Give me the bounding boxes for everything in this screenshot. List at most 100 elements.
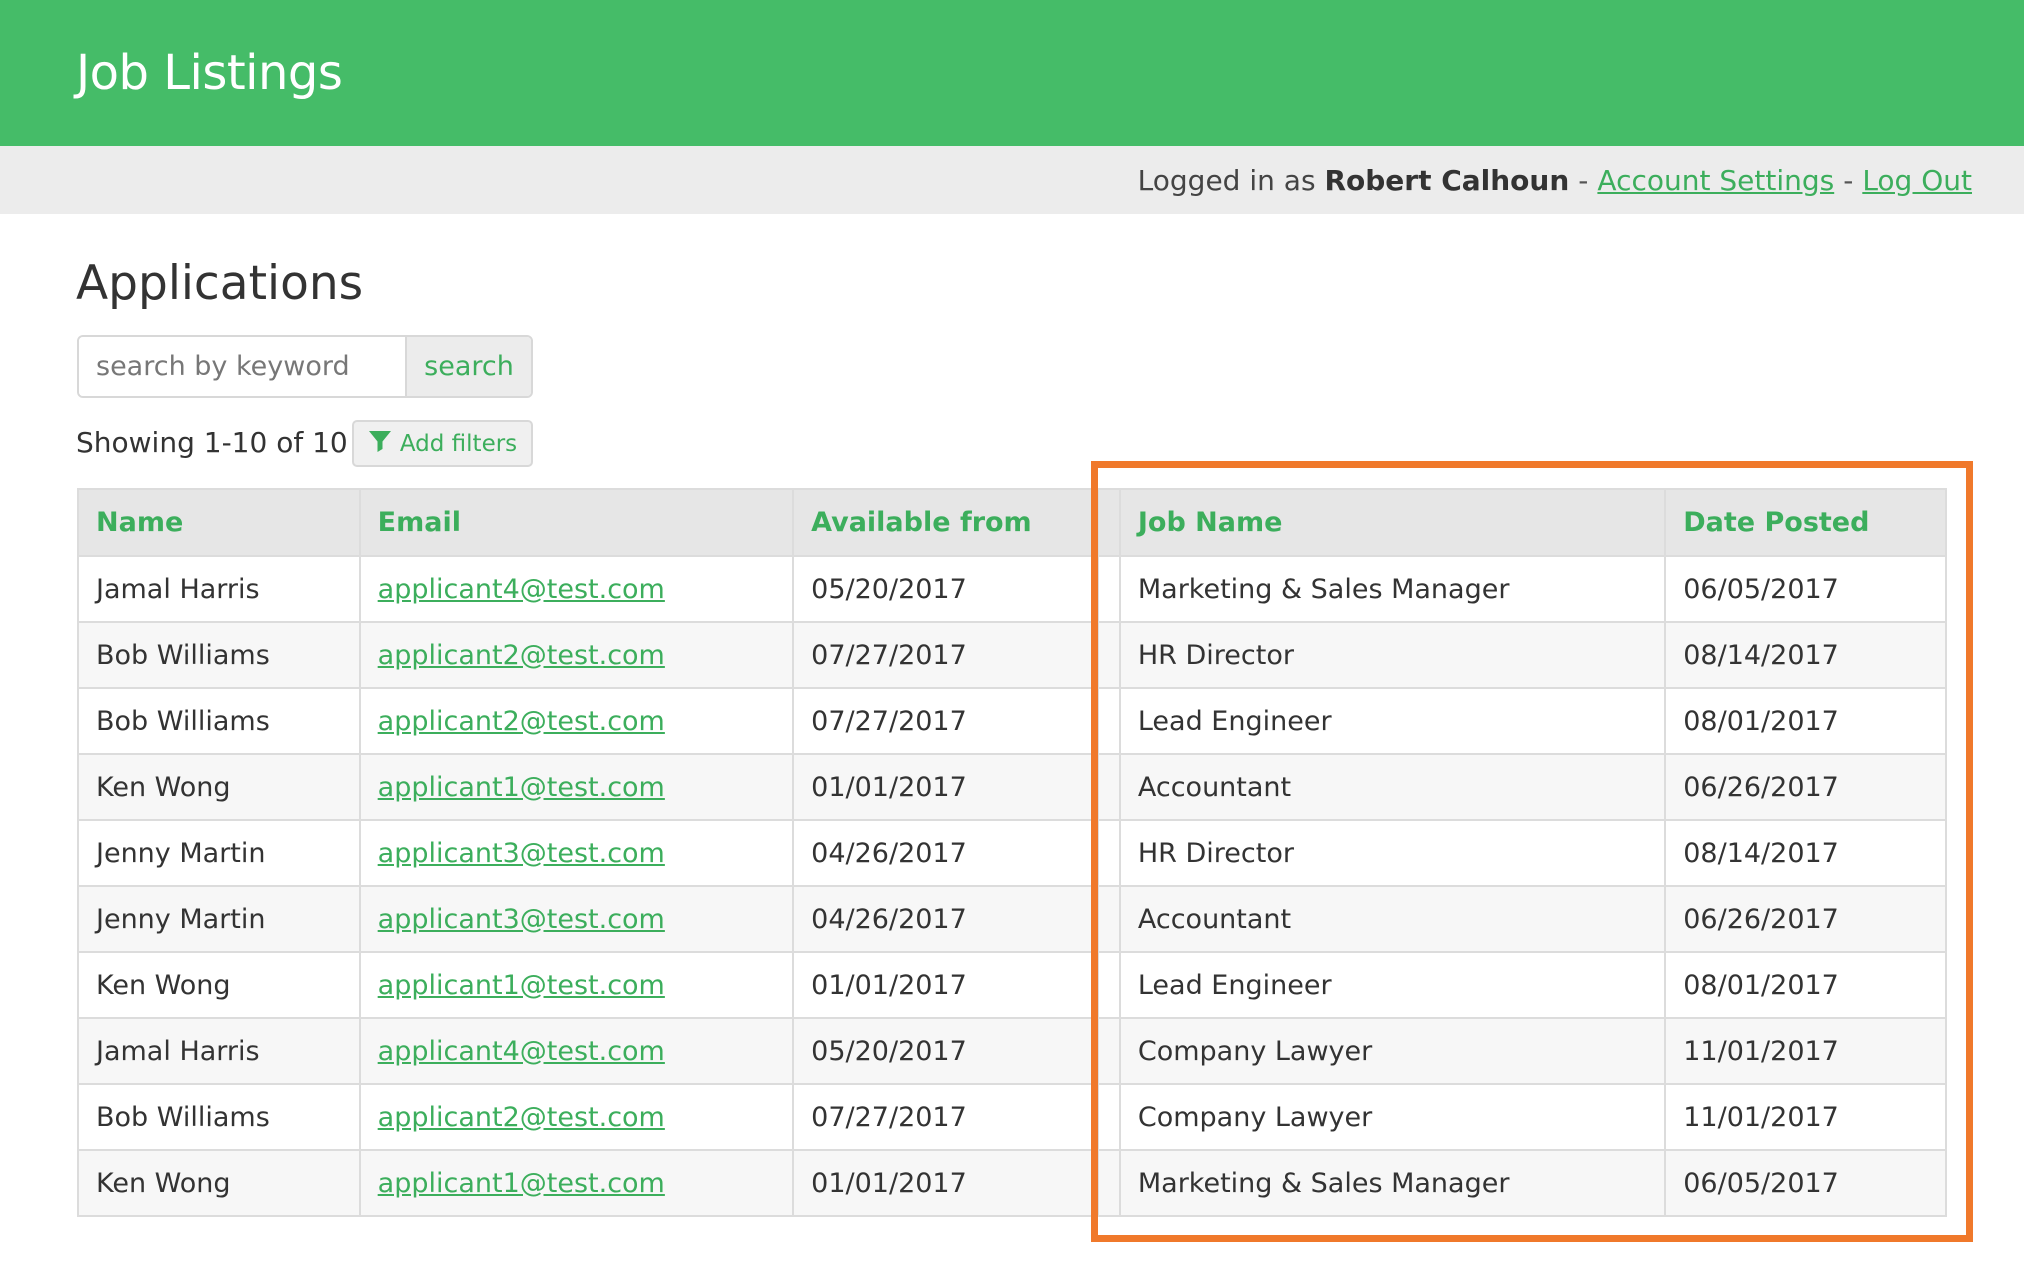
cell-job-name: Company Lawyer (1118, 1083, 1667, 1151)
cell-job-name: Marketing & Sales Manager (1118, 1149, 1667, 1217)
app-title: Job Listings (76, 45, 343, 101)
email-link[interactable]: applicant1@test.com (378, 1168, 665, 1199)
separator: - (1578, 163, 1589, 197)
column-header-email[interactable]: Email (358, 488, 795, 557)
email-link[interactable]: applicant1@test.com (378, 772, 665, 803)
cell-name: Jamal Harris (77, 555, 361, 623)
table-row: Jenny Martin applicant3@test.com 04/26/2… (77, 819, 1947, 887)
cell-available-from: 01/01/2017 (792, 1149, 1099, 1217)
table-row: Ken Wong applicant1@test.com 01/01/2017 … (77, 753, 1947, 821)
cell-spacer (1096, 621, 1121, 689)
search-button[interactable]: search (405, 337, 531, 396)
cell-name: Ken Wong (77, 951, 361, 1019)
cell-name: Ken Wong (77, 1149, 361, 1217)
table-row: Jenny Martin applicant3@test.com 04/26/2… (77, 885, 1947, 953)
email-link[interactable]: applicant2@test.com (378, 706, 665, 737)
cell-spacer (1096, 555, 1121, 623)
cell-spacer (1096, 819, 1121, 887)
table-header-row: Name Email Available from Job Name Date … (77, 488, 1947, 557)
cell-date-posted: 08/14/2017 (1664, 819, 1947, 887)
section-title: Applications (76, 256, 364, 311)
cell-spacer (1096, 687, 1121, 755)
filter-icon (368, 429, 392, 459)
cell-available-from: 01/01/2017 (792, 951, 1099, 1019)
cell-spacer (1096, 951, 1121, 1019)
email-link[interactable]: applicant4@test.com (378, 1036, 665, 1067)
search-input[interactable] (79, 337, 405, 396)
cell-email: applicant1@test.com (358, 951, 795, 1019)
user-bar: Logged in as Robert Calhoun - Account Sett… (0, 146, 2024, 214)
cell-job-name: Lead Engineer (1118, 687, 1667, 755)
table-row: Jamal Harris applicant4@test.com 05/20/2… (77, 1017, 1947, 1085)
logged-in-prefix: Logged in as (1137, 163, 1316, 197)
account-settings-link[interactable]: Account Settings (1597, 164, 1834, 197)
cell-date-posted: 06/05/2017 (1664, 1149, 1947, 1217)
cell-email: applicant1@test.com (358, 753, 795, 821)
page: Job Listings Logged in as Robert Calhoun… (0, 0, 2024, 1274)
column-header-date-posted[interactable]: Date Posted (1664, 488, 1947, 557)
cell-email: applicant3@test.com (358, 819, 795, 887)
table-row: Bob Williams applicant2@test.com 07/27/2… (77, 1083, 1947, 1151)
email-link[interactable]: applicant2@test.com (378, 640, 665, 671)
cell-date-posted: 06/26/2017 (1664, 753, 1947, 821)
cell-name: Bob Williams (77, 1083, 361, 1151)
table-row: Jamal Harris applicant4@test.com 05/20/2… (77, 555, 1947, 623)
cell-name: Bob Williams (77, 687, 361, 755)
cell-job-name: Lead Engineer (1118, 951, 1667, 1019)
separator: - (1843, 163, 1854, 197)
cell-job-name: Accountant (1118, 885, 1667, 953)
email-link[interactable]: applicant2@test.com (378, 1102, 665, 1133)
table-row: Ken Wong applicant1@test.com 01/01/2017 … (77, 951, 1947, 1019)
email-link[interactable]: applicant4@test.com (378, 574, 665, 605)
cell-available-from: 07/27/2017 (792, 1083, 1099, 1151)
cell-available-from: 07/27/2017 (792, 687, 1099, 755)
cell-date-posted: 11/01/2017 (1664, 1083, 1947, 1151)
cell-available-from: 04/26/2017 (792, 885, 1099, 953)
cell-name: Ken Wong (77, 753, 361, 821)
email-link[interactable]: applicant3@test.com (378, 904, 665, 935)
cell-spacer (1096, 753, 1121, 821)
results-count: Showing 1-10 of 10 (76, 426, 348, 459)
cell-date-posted: 08/01/2017 (1664, 687, 1947, 755)
cell-date-posted: 06/05/2017 (1664, 555, 1947, 623)
column-spacer (1096, 488, 1121, 557)
cell-email: applicant2@test.com (358, 687, 795, 755)
cell-email: applicant4@test.com (358, 1017, 795, 1085)
cell-name: Jenny Martin (77, 885, 361, 953)
cell-email: applicant4@test.com (358, 555, 795, 623)
cell-email: applicant2@test.com (358, 621, 795, 689)
cell-date-posted: 08/01/2017 (1664, 951, 1947, 1019)
cell-email: applicant1@test.com (358, 1149, 795, 1217)
cell-available-from: 04/26/2017 (792, 819, 1099, 887)
add-filters-label: Add filters (399, 430, 518, 457)
cell-spacer (1096, 885, 1121, 953)
table-row: Ken Wong applicant1@test.com 01/01/2017 … (77, 1149, 1947, 1217)
cell-job-name: Marketing & Sales Manager (1118, 555, 1667, 623)
email-link[interactable]: applicant1@test.com (378, 970, 665, 1001)
email-link[interactable]: applicant3@test.com (378, 838, 665, 869)
cell-job-name: Accountant (1118, 753, 1667, 821)
cell-date-posted: 08/14/2017 (1664, 621, 1947, 689)
user-name: Robert Calhoun (1324, 163, 1570, 197)
applications-table: Name Email Available from Job Name Date … (77, 488, 1947, 1217)
cell-email: applicant2@test.com (358, 1083, 795, 1151)
cell-spacer (1096, 1083, 1121, 1151)
column-header-name[interactable]: Name (77, 488, 361, 557)
logout-link[interactable]: Log Out (1862, 164, 1972, 197)
column-header-job-name[interactable]: Job Name (1118, 488, 1667, 557)
table-row: Bob Williams applicant2@test.com 07/27/2… (77, 621, 1947, 689)
cell-email: applicant3@test.com (358, 885, 795, 953)
cell-spacer (1096, 1017, 1121, 1085)
table-row: Bob Williams applicant2@test.com 07/27/2… (77, 687, 1947, 755)
cell-available-from: 01/01/2017 (792, 753, 1099, 821)
add-filters-button[interactable]: Add filters (352, 420, 533, 467)
cell-name: Bob Williams (77, 621, 361, 689)
column-header-available-from[interactable]: Available from (792, 488, 1099, 557)
cell-spacer (1096, 1149, 1121, 1217)
cell-available-from: 05/20/2017 (792, 1017, 1099, 1085)
cell-date-posted: 11/01/2017 (1664, 1017, 1947, 1085)
cell-available-from: 05/20/2017 (792, 555, 1099, 623)
cell-job-name: Company Lawyer (1118, 1017, 1667, 1085)
search-group: search (77, 335, 533, 398)
cell-name: Jenny Martin (77, 819, 361, 887)
